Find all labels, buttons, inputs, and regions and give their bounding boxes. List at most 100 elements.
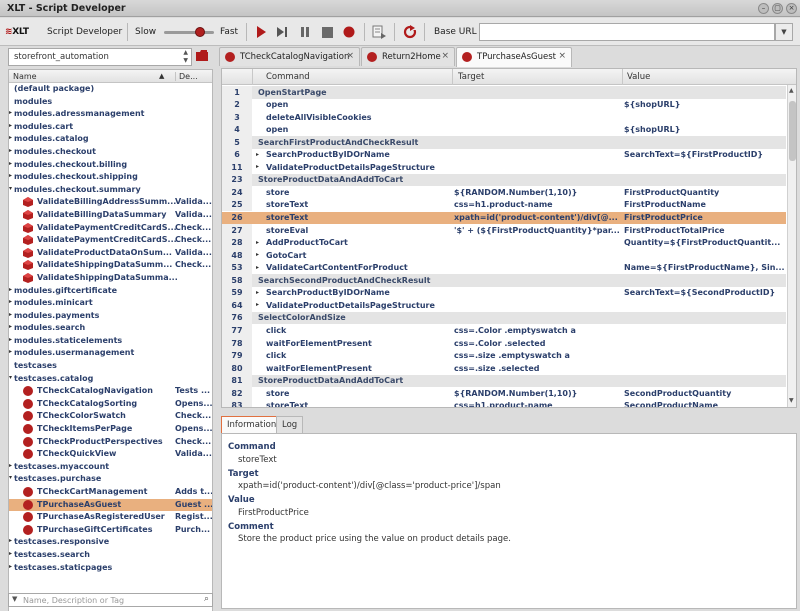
tree-package-item[interactable]: ▸ testcases.staticpages	[9, 562, 212, 575]
expand-arrow-icon[interactable]: ▸	[256, 239, 259, 246]
command-row[interactable]: 48 ▸ GotoCart	[222, 249, 786, 262]
tab-log[interactable]: Log	[276, 416, 304, 433]
tree-script-item[interactable]: TCheckCatalogSorting Opens...	[9, 398, 212, 411]
tree-script-item[interactable]: TCheckColorSwatch Check...	[9, 410, 212, 423]
command-row[interactable]: 26 storeText xpath=id('product-content')/d…	[222, 211, 786, 224]
scroll-down-icon[interactable]: ▼	[789, 397, 794, 404]
tree-search-input[interactable]: ▼ Name, Description or Tag ⌕	[8, 593, 213, 607]
tree-script-item[interactable]: TCheckItemsPerPage Opens...	[9, 423, 212, 436]
command-row[interactable]: 80 waitForElementPresent css=.size .select…	[222, 362, 786, 375]
script-tree[interactable]: Name ▲ De... (default package) modules ▸ mo…	[8, 69, 213, 611]
tree-script-item[interactable]: TPurchaseGiftCertificates Purch...	[9, 524, 212, 537]
command-row[interactable]: 83 storeText css=h1.product-name SecondProd…	[222, 399, 786, 407]
speed-slider-knob[interactable]	[195, 27, 205, 37]
scrollbar-thumb[interactable]	[789, 101, 796, 161]
command-row[interactable]: 27 storeEval '$' + (${FirstProductQuantity…	[222, 224, 786, 237]
tree-package-item[interactable]: ▸ modules.cart	[9, 121, 212, 134]
tab-tcheckcatalognavigation[interactable]: TCheckCatalogNavigation ×	[219, 47, 360, 66]
command-row[interactable]: 78 waitForElementPresent css=.Color .selec…	[222, 337, 786, 350]
collapsed-arrow-icon[interactable]: ▸	[9, 122, 12, 129]
command-row[interactable]: 28 ▸ AddProductToCart Quantity=${FirstProdu…	[222, 236, 786, 250]
tree-col-name[interactable]: Name	[13, 72, 37, 81]
tree-package-item[interactable]: (default package)	[9, 83, 212, 96]
close-icon[interactable]: ×	[558, 51, 566, 61]
command-group-row[interactable]: 5 SearchFirstProductAndCheckResult	[222, 136, 786, 149]
expand-arrow-icon[interactable]: ▸	[256, 251, 259, 258]
tree-package-item[interactable]: ▸ modules.usermanagement	[9, 347, 212, 360]
speed-slider[interactable]	[164, 27, 214, 37]
command-row[interactable]: 4 open ${shopURL}	[222, 123, 786, 137]
pause-icon[interactable]	[297, 24, 313, 40]
collapsed-arrow-icon[interactable]: ▸	[9, 311, 12, 318]
record-icon[interactable]	[341, 24, 357, 40]
collapsed-arrow-icon[interactable]: ▸	[9, 348, 12, 355]
expand-arrow-icon[interactable]: ▸	[256, 151, 259, 158]
expanded-arrow-icon[interactable]: ▾	[9, 474, 12, 481]
chevron-down-icon[interactable]: ▼	[775, 23, 793, 41]
expanded-arrow-icon[interactable]: ▾	[9, 374, 12, 381]
close-icon[interactable]: ×	[441, 51, 449, 61]
tree-script-item[interactable]: TPurchaseAsGuest Guest ...	[9, 498, 212, 512]
expanded-arrow-icon[interactable]: ▾	[9, 185, 12, 192]
collapsed-arrow-icon[interactable]: ▸	[9, 563, 12, 570]
tree-script-item[interactable]: ValidateShippingDataSumm... Check...	[9, 259, 212, 272]
command-row[interactable]: 6 ▸ SearchProductByIDOrName SearchText=${Fi…	[222, 148, 786, 162]
collapsed-arrow-icon[interactable]: ▸	[9, 462, 12, 469]
tree-package-item[interactable]: ▾ modules.checkout.summary	[9, 184, 212, 197]
collapsed-arrow-icon[interactable]: ▸	[9, 134, 12, 141]
command-row[interactable]: 59 ▸ SearchProductByIDOrName SearchText=${S…	[222, 286, 786, 300]
collapsed-arrow-icon[interactable]: ▸	[9, 172, 12, 179]
folder-icon[interactable]	[196, 50, 208, 62]
tree-package-item[interactable]: ▸ testcases.responsive	[9, 536, 212, 549]
search-icon[interactable]: ⌕	[204, 594, 209, 604]
scroll-up-icon[interactable]: ▲	[789, 87, 794, 94]
tree-script-item[interactable]: TCheckCatalogNavigation Tests ...	[9, 385, 212, 398]
step-icon[interactable]	[274, 24, 290, 40]
tab-information[interactable]: Information	[221, 416, 283, 433]
command-table[interactable]: Command Target Value 1 OpenStartPage 2 open…	[221, 68, 797, 408]
tree-script-item[interactable]: ValidateProductDataOnSum... Valida...	[9, 247, 212, 260]
collapsed-arrow-icon[interactable]: ▸	[9, 323, 12, 330]
expand-arrow-icon[interactable]: ▸	[256, 163, 259, 170]
collapsed-arrow-icon[interactable]: ▸	[9, 537, 12, 544]
col-command[interactable]: Command	[266, 72, 310, 82]
command-row[interactable]: 24 store ${RANDOM.Number(1,10)} FirstProduc…	[222, 186, 786, 199]
tree-package-item[interactable]: ▸ modules.minicart	[9, 297, 212, 310]
command-row[interactable]: 3 deleteAllVisibleCookies	[222, 111, 786, 124]
tree-package-item[interactable]: ▸ modules.adressmanagement	[9, 108, 212, 121]
expand-arrow-icon[interactable]: ▸	[256, 301, 259, 308]
command-row[interactable]: 77 click css=.Color .emptyswatch a	[222, 324, 786, 337]
command-group-row[interactable]: 58 SearchSecondProductAndCheckResult	[222, 274, 786, 287]
pane-splitter[interactable]	[213, 47, 219, 609]
command-group-row[interactable]: 81 StoreProductDataAndAddToCart	[222, 374, 786, 388]
tree-script-item[interactable]: ValidateShippingDataSumma...	[9, 272, 212, 285]
command-row[interactable]: 53 ▸ ValidateCartContentForProduct Name=${F…	[222, 261, 786, 275]
tree-package-item[interactable]: ▸ modules.checkout	[9, 146, 212, 159]
close-window-button[interactable]: ×	[786, 3, 797, 14]
command-row[interactable]: 79 click css=.size .emptyswatch a	[222, 349, 786, 363]
base-url-input[interactable]	[479, 23, 775, 41]
expand-arrow-icon[interactable]: ▸	[256, 264, 259, 271]
tree-script-item[interactable]: TCheckQuickView Valida...	[9, 448, 212, 461]
tree-package-item[interactable]: testcases	[9, 360, 212, 373]
command-row[interactable]: 2 open ${shopURL}	[222, 98, 786, 112]
tree-script-item[interactable]: TCheckCartManagement Adds t...	[9, 486, 212, 499]
tree-package-item[interactable]: modules	[9, 96, 212, 109]
tree-package-item[interactable]: ▸ testcases.search	[9, 549, 212, 562]
command-row[interactable]: 82 store ${RANDOM.Number(1,10)} SecondProdu…	[222, 387, 786, 400]
tree-script-item[interactable]: TCheckProductPerspectives Check...	[9, 436, 212, 449]
command-row[interactable]: 64 ▸ ValidateProductDetailsPageStructure	[222, 299, 786, 312]
tree-package-item[interactable]: ▸ modules.catalog	[9, 133, 212, 146]
collapsed-arrow-icon[interactable]: ▸	[9, 298, 12, 305]
collapsed-arrow-icon[interactable]: ▸	[9, 160, 12, 167]
tab-tpurchaseasguest[interactable]: TPurchaseAsGuest ×	[456, 47, 572, 67]
col-target[interactable]: Target	[458, 72, 484, 82]
refresh-icon[interactable]	[402, 24, 418, 40]
tree-package-item[interactable]: ▸ testcases.myaccount	[9, 461, 212, 474]
package-select[interactable]: storefront_automation ▲ ▼	[8, 48, 192, 66]
tree-package-item[interactable]: ▾ testcases.catalog	[9, 373, 212, 386]
collapsed-arrow-icon[interactable]: ▸	[9, 286, 12, 293]
collapsed-arrow-icon[interactable]: ▸	[9, 336, 12, 343]
expand-arrow-icon[interactable]: ▸	[256, 289, 259, 296]
tree-script-item[interactable]: ValidatePaymentCreditCardS... Check...	[9, 234, 212, 247]
